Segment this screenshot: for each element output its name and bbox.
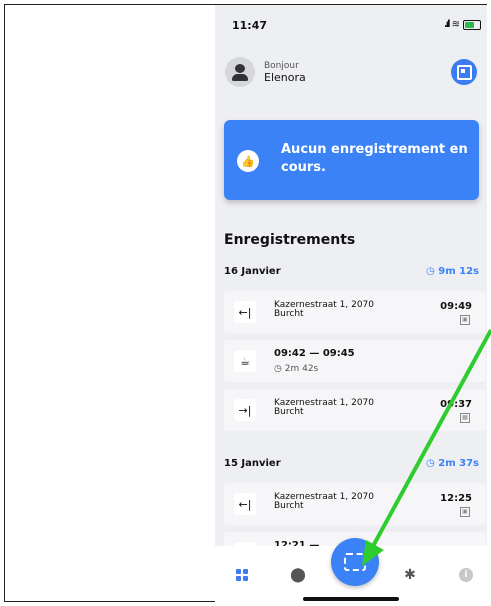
day-header: 15 Janvier ◷ 2m 37s (224, 458, 479, 472)
badge-id-button[interactable] (451, 59, 477, 85)
tab-settings[interactable]: ✱ (403, 567, 417, 583)
gear-icon: ✱ (404, 567, 416, 583)
tab-info[interactable]: i (459, 568, 473, 582)
scan-button[interactable] (331, 538, 379, 586)
barcode-scan-icon (344, 553, 366, 571)
day-total: ◷ 9m 12s (426, 266, 479, 277)
user-greeting: Bonjour Elenora (225, 57, 306, 87)
day-total: ◷ 2m 37s (426, 458, 479, 469)
entry-arrow-icon: ←| (234, 301, 256, 323)
tab-locations[interactable]: ⬤ (290, 567, 306, 583)
clock-icon: ◷ (426, 266, 435, 277)
coffee-cup-icon: ☕ (234, 350, 256, 372)
nfc-tag-icon: ▣ (460, 507, 470, 517)
entry-address: Kazernestraat 1, 2070 Burcht (274, 398, 374, 417)
id-card-icon (456, 64, 472, 80)
person-icon (235, 64, 245, 73)
wifi-icon: ≋ (451, 19, 460, 30)
qr-code-icon: ▦ (460, 413, 470, 423)
list-item-exit[interactable]: →| Kazernestraat 1, 2070 Burcht 09:37 ▦ (224, 389, 486, 431)
grid-icon (236, 569, 248, 581)
status-bar: 11:47 .ıl ≋ (215, 5, 487, 45)
clock-icon: ◷ (426, 458, 435, 469)
break-duration: ◷ 2m 42s (274, 364, 319, 374)
phone-screen: 11:47 .ıl ≋ Bonjour Elenora 👍 Aucun enre… (215, 5, 487, 602)
list-item-break[interactable]: ☕ 09:42 — 09:45 ◷ 2m 42s (224, 340, 486, 382)
section-title: Enregistrements (224, 232, 356, 248)
entry-arrow-icon: ←| (234, 493, 256, 515)
avatar (225, 57, 255, 87)
greeting-label: Bonjour (264, 60, 299, 71)
info-icon: i (459, 568, 473, 582)
entry-time: 12:25 (440, 493, 472, 504)
nfc-tag-icon: ▣ (460, 315, 470, 325)
location-pin-icon: ⬤ (290, 567, 306, 583)
entry-address: Kazernestraat 1, 2070 Burcht (274, 492, 374, 511)
exit-arrow-icon: →| (234, 399, 256, 421)
status-time: 11:47 (232, 19, 268, 32)
battery-icon (463, 19, 481, 30)
banner-text: Aucun enregistrement en cours. (281, 142, 468, 175)
signal-icon: .ıl (443, 19, 451, 30)
day-label: 15 Janvier (224, 458, 281, 469)
tab-dashboard[interactable] (235, 568, 249, 582)
status-icons: .ıl ≋ (444, 19, 481, 30)
list-item-entry[interactable]: ←| Kazernestraat 1, 2070 Burcht 09:49 ▣ (224, 291, 486, 333)
list-item-entry[interactable]: ←| Kazernestraat 1, 2070 Burcht 12:25 ▣ (224, 483, 486, 525)
entry-address: Kazernestraat 1, 2070 Burcht (274, 300, 374, 319)
status-banner: 👍 Aucun enregistrement en cours. (224, 120, 479, 200)
user-name: Elenora (264, 70, 306, 84)
clock-icon: ◷ (274, 364, 282, 374)
break-range: 09:42 — 09:45 (274, 348, 355, 359)
home-indicator (303, 597, 399, 601)
day-label: 16 Janvier (224, 266, 281, 277)
entry-time: 09:49 (440, 301, 472, 312)
day-header: 16 Janvier ◷ 9m 12s (224, 266, 479, 280)
bottom-tab-bar: ⬤ ✱ i (215, 538, 487, 602)
thumbs-up-icon: 👍 (237, 150, 259, 172)
entry-time: 09:37 (440, 399, 472, 410)
